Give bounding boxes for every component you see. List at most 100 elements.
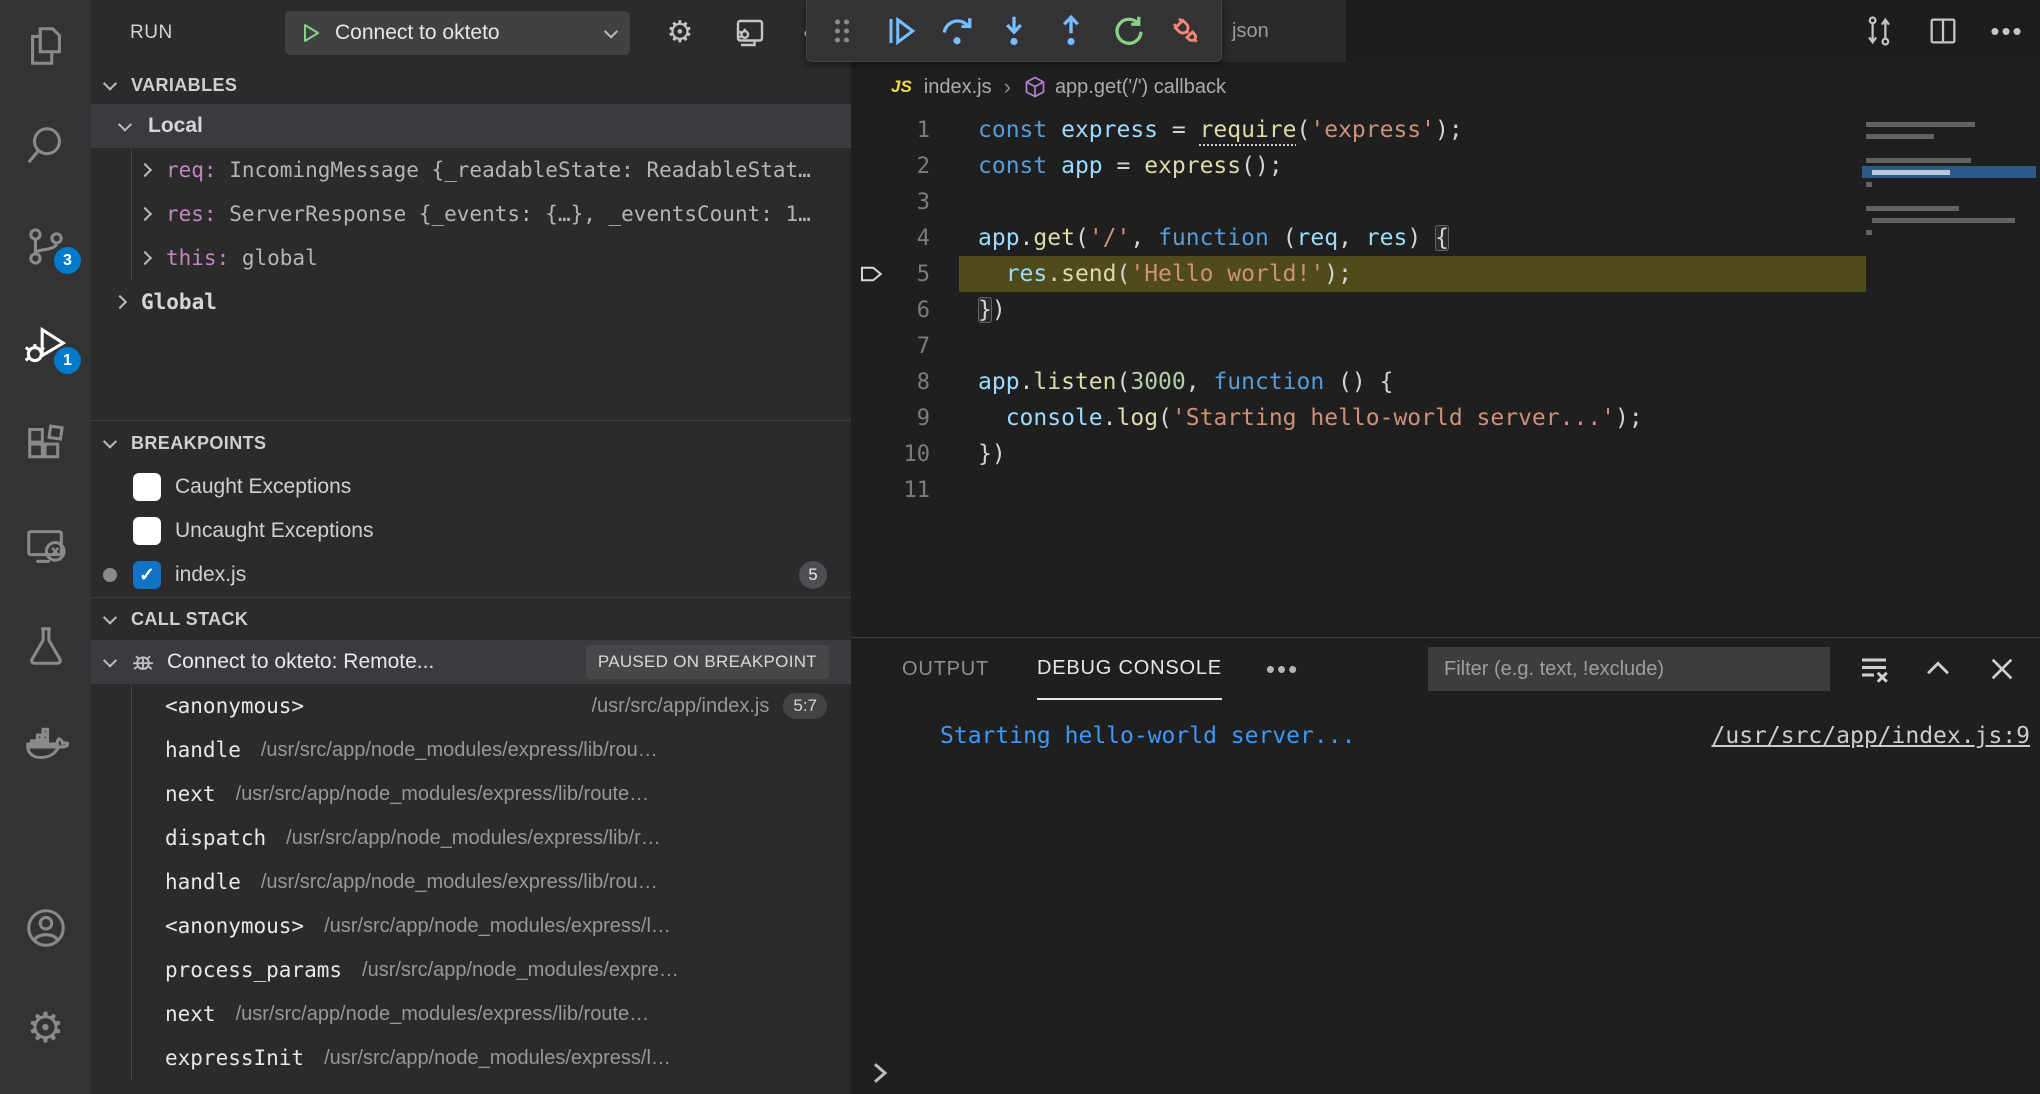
line-number[interactable]: 8 [851, 370, 930, 395]
step-over-button[interactable] [935, 9, 979, 53]
search-icon [23, 123, 69, 169]
breadcrumb-file[interactable]: index.js [924, 76, 992, 99]
launch-config-select[interactable]: Connect to okteto [285, 11, 630, 55]
stack-frame-row[interactable]: dispatch /usr/src/app/node_modules/expre… [91, 816, 851, 860]
stack-frame-row[interactable]: handle /usr/src/app/node_modules/express… [91, 860, 851, 904]
breakpoint-row[interactable]: Uncaught Exceptions [91, 509, 851, 553]
gear-icon[interactable]: ⚙ [660, 13, 700, 53]
chevron-right-icon [138, 251, 152, 265]
breakpoints-section-header[interactable]: BREAKPOINTS [91, 421, 851, 465]
chevron-down-icon [604, 25, 618, 39]
tab-debug-console[interactable]: DEBUG CONSOLE [1037, 638, 1222, 700]
console-source-link[interactable]: /usr/src/app/index.js:9 [1712, 723, 2031, 749]
line-number[interactable]: 4 [851, 226, 930, 251]
maximize-panel-icon[interactable] [1918, 649, 1958, 689]
minimap-line [1862, 118, 2036, 130]
tab-json[interactable]: json [1222, 0, 1346, 62]
open-changes-icon[interactable] [1860, 12, 1898, 50]
breakpoint-checkbox[interactable] [133, 473, 161, 501]
activity-item-run-and-debug[interactable]: 1 [0, 312, 91, 380]
continue-button[interactable] [878, 9, 922, 53]
line-number[interactable]: 9 [851, 406, 930, 431]
line-number[interactable]: 6 [851, 298, 930, 323]
more-actions-icon[interactable]: ••• [1988, 12, 2026, 50]
line-number[interactable]: 3 [851, 190, 930, 215]
drag-grip-icon[interactable] [820, 9, 864, 53]
variable-row-res[interactable]: res: ServerResponse {_events: {…}, _even… [91, 192, 851, 236]
stack-frame-row[interactable]: <anonymous> /usr/src/app/index.js5:7 [91, 684, 851, 728]
breakpoint-row[interactable]: Caught Exceptions [91, 465, 851, 509]
call-stack-section-header[interactable]: CALL STACK [91, 598, 851, 640]
breadcrumb-symbol[interactable]: app.get('/') callback [1055, 76, 1226, 99]
code-line-6[interactable]: 6}) [851, 292, 2040, 328]
console-filter-input[interactable] [1428, 647, 1830, 691]
code-line-7[interactable]: 7 [851, 328, 2040, 364]
sidebar-header: RUN Connect to okteto ⚙ ••• [91, 0, 851, 66]
activity-item-docker[interactable] [0, 712, 91, 780]
stack-frame-row[interactable]: expressInit /usr/src/app/node_modules/ex… [91, 1036, 851, 1080]
chevron-right-icon [138, 207, 152, 221]
stack-frame-row[interactable]: handle /usr/src/app/node_modules/express… [91, 728, 851, 772]
line-number[interactable]: 7 [851, 334, 930, 359]
code-line-11[interactable]: 11 [851, 472, 2040, 508]
chevron-down-icon [118, 118, 132, 132]
code-line-5[interactable]: 5 res.send('Hello world!'); [851, 256, 2040, 292]
stack-frame-row[interactable]: <anonymous> /usr/src/app/node_modules/ex… [91, 904, 851, 948]
repl-prompt-icon[interactable] [865, 1058, 895, 1093]
line-number[interactable]: 2 [851, 154, 930, 179]
stack-frame-row[interactable]: process_params /usr/src/app/node_modules… [91, 948, 851, 992]
stack-frame-row[interactable]: next /usr/src/app/node_modules/express/l… [91, 992, 851, 1036]
open-debug-console-icon[interactable] [730, 13, 770, 53]
line-number[interactable]: 1 [851, 118, 930, 143]
activity-item-remote-explorer[interactable] [0, 512, 91, 580]
code-line-9[interactable]: 9 console.log('Starting hello-world serv… [851, 400, 2040, 436]
code-line-8[interactable]: 8app.listen(3000, function () { [851, 364, 2040, 400]
chevron-right-icon [138, 163, 152, 177]
editor-actions: ••• [1860, 0, 2026, 62]
scope-global-row[interactable]: Global [91, 280, 851, 324]
minimap-line [1862, 238, 2036, 250]
variable-row-this[interactable]: this: global [91, 236, 851, 280]
chevron-right-icon [113, 295, 127, 309]
minimap-line [1862, 190, 2036, 202]
split-editor-icon[interactable] [1924, 12, 1962, 50]
code-line-10[interactable]: 10}) [851, 436, 2040, 472]
activity-item-extensions[interactable] [0, 412, 91, 480]
stack-frame-row[interactable]: next /usr/src/app/node_modules/express/l… [91, 772, 851, 816]
chevron-down-icon [103, 435, 117, 449]
activity-item-settings[interactable]: ⚙ [0, 994, 91, 1062]
step-out-button[interactable] [1049, 9, 1093, 53]
variable-row-req[interactable]: req: IncomingMessage {_readableState: Re… [91, 148, 851, 192]
run-and-debug-sidebar: RUN Connect to okteto ⚙ ••• VARIABLES Lo… [91, 0, 851, 1094]
line-number[interactable]: 11 [851, 478, 930, 503]
files-icon [23, 23, 69, 69]
line-number[interactable]: 10 [851, 442, 930, 467]
minimap-line [1862, 142, 2036, 154]
activity-item-accounts[interactable] [0, 894, 91, 962]
close-panel-icon[interactable] [1982, 649, 2022, 689]
breakpoint-checkbox[interactable]: ✓ [133, 561, 161, 589]
panel-header: OUTPUT DEBUG CONSOLE ••• [851, 638, 2040, 700]
breakpoint-dot-icon [103, 568, 117, 582]
start-debug-icon [299, 21, 323, 45]
disconnect-button[interactable] [1164, 9, 1208, 53]
activity-item-explorer[interactable] [0, 12, 91, 80]
breakpoint-row[interactable]: ✓ index.js5 [91, 553, 851, 597]
breakpoint-checkbox[interactable] [133, 517, 161, 545]
step-into-button[interactable] [992, 9, 1036, 53]
activity-item-source-control[interactable]: 3 [0, 212, 91, 280]
call-stack-frames: <anonymous> /usr/src/app/index.js5:7hand… [91, 684, 851, 1080]
minimap-line [1862, 178, 2036, 190]
js-file-icon: JS [891, 77, 912, 97]
activity-item-testing[interactable] [0, 612, 91, 680]
clear-console-icon[interactable] [1854, 649, 1894, 689]
more-actions-icon[interactable]: ••• [1266, 654, 1299, 685]
tab-output[interactable]: OUTPUT [902, 638, 989, 700]
activity-item-search[interactable] [0, 112, 91, 180]
vscode-window: 3 1 ⚙ RUN Connect to okteto ⚙ ••• VARIABLE… [0, 0, 2040, 1094]
minimap[interactable] [1862, 118, 2036, 250]
restart-button[interactable] [1107, 9, 1151, 53]
scope-local-row[interactable]: Local [91, 104, 851, 148]
debug-session-row[interactable]: Connect to okteto: Remote... PAUSED ON B… [91, 640, 851, 684]
variables-section-header[interactable]: VARIABLES [91, 66, 851, 104]
